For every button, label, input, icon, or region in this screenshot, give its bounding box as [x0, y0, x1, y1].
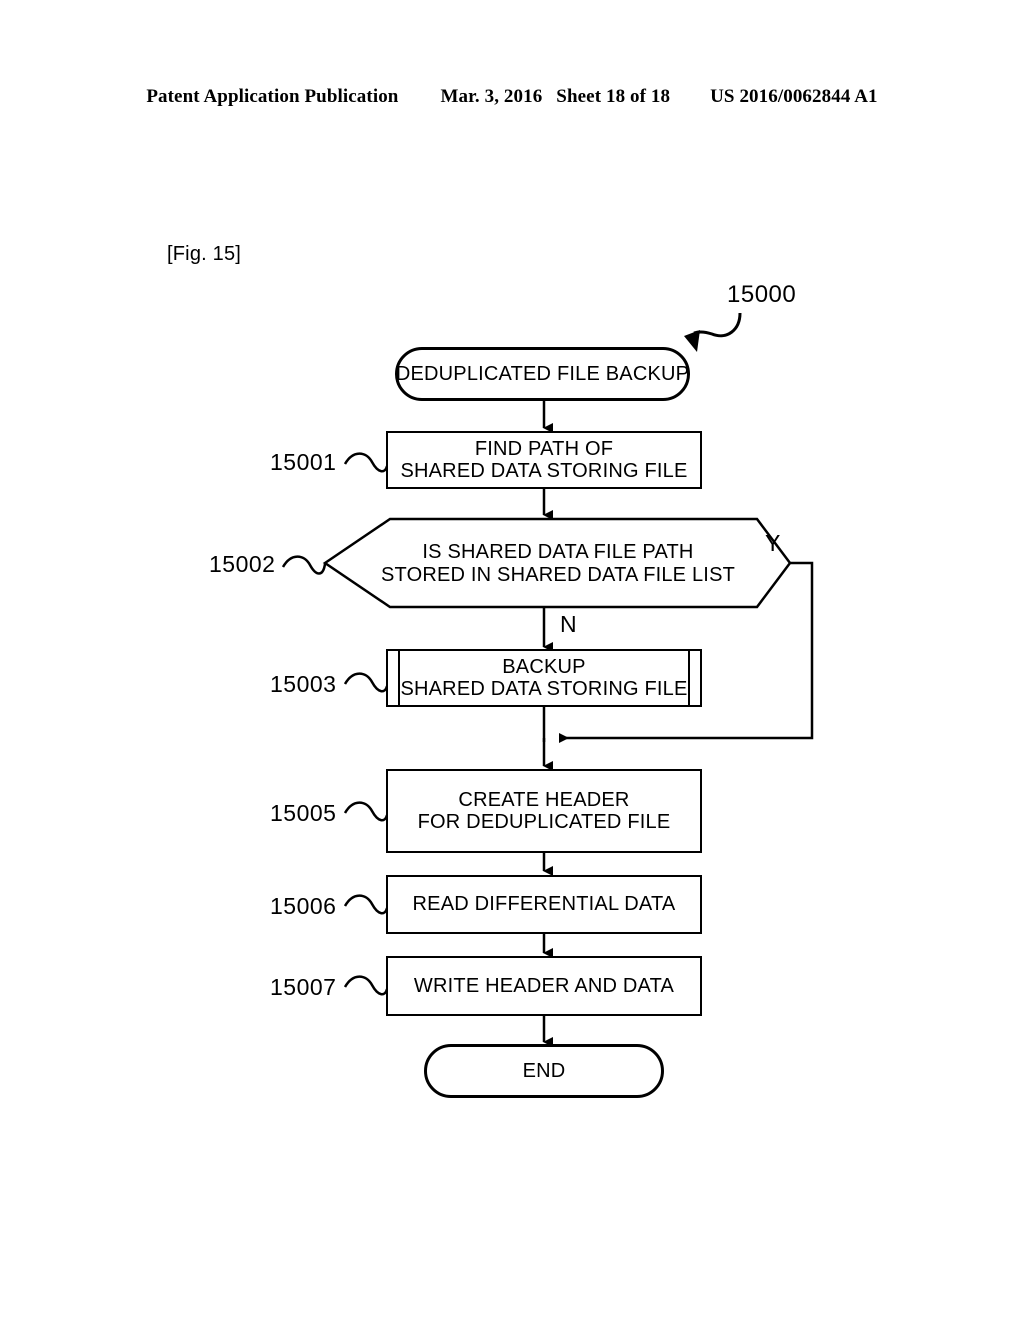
leader-15007 — [343, 975, 389, 996]
flow-node-15005-line2: FOR DEDUPLICATED FILE — [417, 811, 671, 833]
flow-node-start-label: DEDUPLICATED FILE BACKUP — [395, 362, 690, 385]
flow-node-15005[interactable]: CREATE HEADER FOR DEDUPLICATED FILE — [386, 769, 702, 853]
flow-node-15001-line1: FIND PATH OF — [474, 437, 614, 460]
subroutine-right-bar — [688, 651, 690, 705]
leader-15006 — [343, 894, 389, 915]
reference-pointer-arrow — [684, 312, 742, 352]
reference-number-15003: 15003 — [270, 671, 337, 697]
flow-node-15003-line2: SHARED DATA STORING FILE — [400, 678, 688, 700]
flow-node-15007[interactable]: WRITE HEADER AND DATA — [386, 956, 702, 1016]
flow-node-start[interactable]: DEDUPLICATED FILE BACKUP — [395, 347, 690, 401]
leader-15005 — [343, 801, 389, 822]
reference-number-15007: 15007 — [270, 974, 337, 1000]
branch-label-no: N — [560, 611, 578, 637]
leader-15003 — [343, 672, 389, 693]
reference-number-15001: 15001 — [270, 449, 337, 475]
reference-number-15005: 15005 — [270, 800, 337, 826]
flow-node-15006[interactable]: READ DIFFERENTIAL DATA — [386, 875, 702, 934]
flow-node-15003[interactable]: BACKUP SHARED DATA STORING FILE — [386, 649, 702, 707]
flow-node-15005-line1: CREATE HEADER — [458, 788, 630, 811]
reference-number-15002: 15002 — [209, 551, 276, 577]
leader-15002 — [281, 555, 327, 575]
flow-node-15001-line2: SHARED DATA STORING FILE — [400, 460, 688, 482]
subroutine-left-bar — [398, 651, 400, 705]
leader-15001 — [343, 452, 389, 473]
branch-label-yes: Y — [765, 530, 781, 556]
flow-node-15007-line1: WRITE HEADER AND DATA — [413, 974, 675, 997]
flow-node-15003-line1: BACKUP — [502, 655, 586, 678]
reference-number-15006: 15006 — [270, 893, 337, 919]
flowchart: DEDUPLICATED FILE BACKUP 15001 FIND PATH… — [0, 0, 1024, 1320]
flow-node-end-label: END — [522, 1059, 566, 1082]
flow-node-end[interactable]: END — [424, 1044, 664, 1098]
flow-node-15002-line1: IS SHARED DATA FILE PATH — [422, 540, 694, 563]
flow-node-15001[interactable]: FIND PATH OF SHARED DATA STORING FILE — [386, 431, 702, 489]
flow-node-15002-line2: STORED IN SHARED DATA FILE LIST — [380, 563, 736, 586]
flow-node-15006-line1: READ DIFFERENTIAL DATA — [412, 893, 676, 916]
flow-node-15002[interactable]: IS SHARED DATA FILE PATH STORED IN SHARE… — [325, 519, 791, 608]
